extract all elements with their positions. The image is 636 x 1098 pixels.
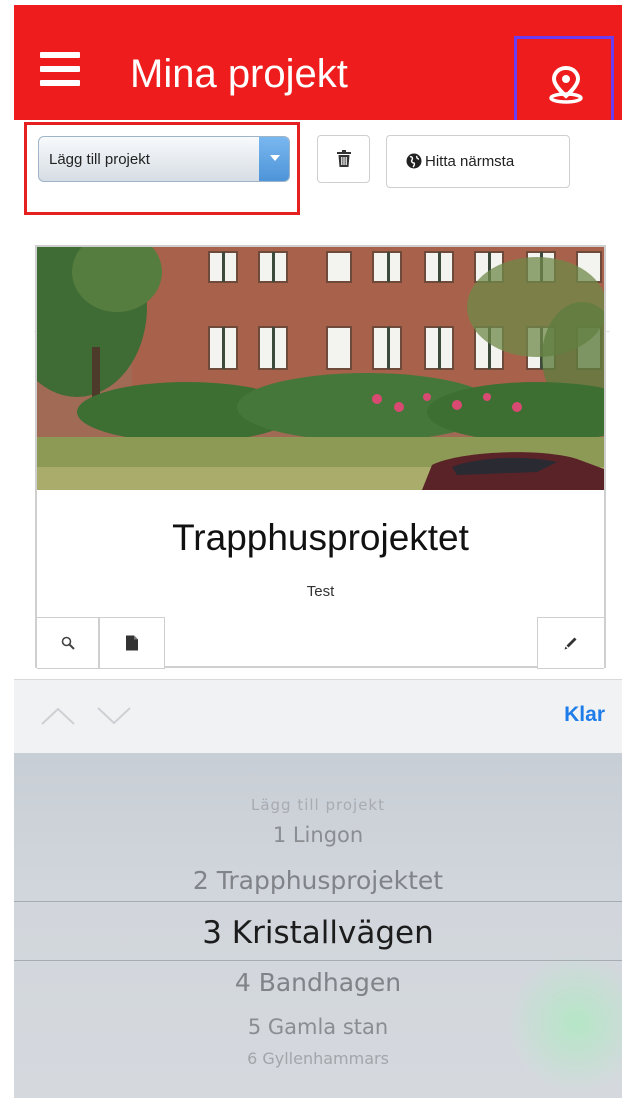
app-header: Mina projekt bbox=[14, 5, 622, 127]
chevron-down-icon[interactable] bbox=[96, 706, 132, 726]
picker-toolbar: Klar bbox=[14, 679, 622, 754]
map-pin-icon bbox=[549, 66, 583, 104]
delete-button[interactable] bbox=[317, 135, 370, 183]
project-select[interactable]: Lägg till projekt bbox=[38, 136, 290, 182]
pencil-icon bbox=[564, 637, 577, 650]
building-image bbox=[37, 247, 604, 490]
file-icon bbox=[126, 635, 138, 651]
project-card: Trapphusprojektet Test bbox=[35, 245, 606, 669]
trash-icon bbox=[337, 150, 351, 167]
done-button[interactable]: Klar bbox=[564, 703, 605, 727]
project-document-button[interactable] bbox=[99, 617, 165, 669]
chevron-up-icon[interactable] bbox=[40, 706, 76, 726]
globe-icon bbox=[406, 153, 422, 169]
project-picker-wheel[interactable]: Lägg till projekt 1 Lingon 2 Trapphuspro… bbox=[14, 753, 622, 1098]
view-project-button[interactable] bbox=[37, 617, 99, 669]
location-button[interactable] bbox=[514, 36, 614, 127]
hamburger-menu-icon[interactable] bbox=[40, 52, 80, 92]
project-photo bbox=[37, 247, 604, 490]
picker-option[interactable]: 6 Gyllenhammars bbox=[14, 1049, 622, 1068]
picker-option-selected[interactable]: 3 Kristallvägen bbox=[14, 915, 622, 951]
dropdown-arrow-icon bbox=[259, 137, 289, 181]
project-select-value: Lägg till projekt bbox=[49, 151, 150, 168]
picker-option[interactable]: 2 Trapphusprojektet bbox=[14, 866, 622, 895]
picker-option[interactable]: 5 Gamla stan bbox=[14, 1015, 622, 1039]
picker-option[interactable]: 1 Lingon bbox=[14, 823, 622, 847]
picker-option[interactable]: 4 Bandhagen bbox=[14, 968, 622, 997]
search-icon bbox=[61, 636, 75, 650]
picker-option[interactable]: Lägg till projekt bbox=[14, 796, 622, 814]
page-title: Mina projekt bbox=[130, 52, 348, 96]
edit-project-button[interactable] bbox=[537, 617, 604, 669]
selection-line-bottom bbox=[14, 960, 622, 961]
find-nearest-label: Hitta närmsta bbox=[425, 153, 515, 170]
app-screen: Mina projekt Lägg till projekt Hitta när… bbox=[14, 5, 622, 1098]
selection-line-top bbox=[14, 901, 622, 902]
project-subtitle: Test bbox=[306, 583, 335, 600]
project-toolbar: Lägg till projekt Hitta närmsta bbox=[14, 120, 622, 332]
find-nearest-button[interactable]: Hitta närmsta bbox=[386, 135, 570, 188]
project-title: Trapphusprojektet bbox=[172, 517, 469, 558]
